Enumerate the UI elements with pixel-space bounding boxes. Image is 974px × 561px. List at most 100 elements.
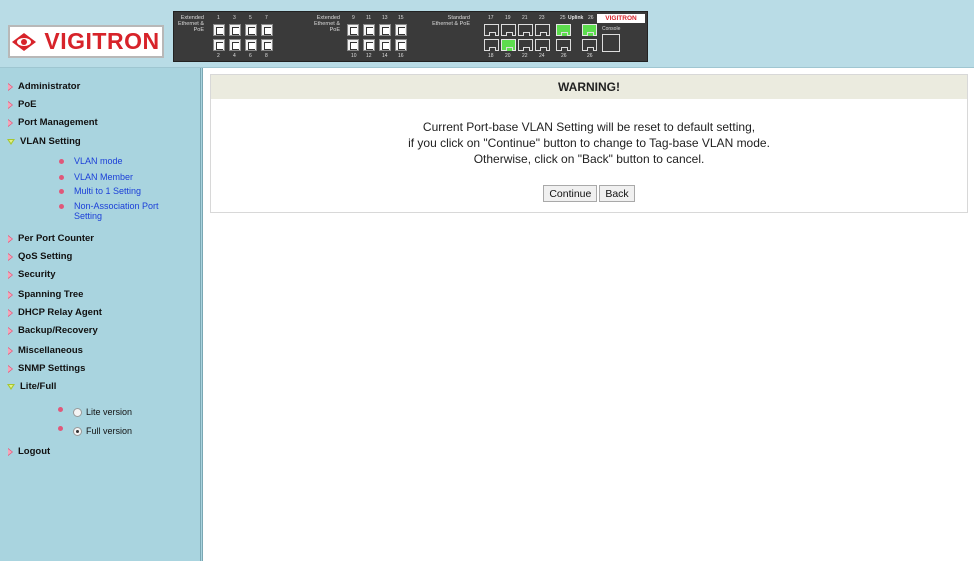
- submenu-label: Multi to 1 Setting: [74, 186, 142, 196]
- extended-port: [379, 24, 391, 36]
- port-number: 2: [217, 53, 220, 59]
- bullet-icon: [58, 425, 63, 431]
- uplink-label: Uplink: [568, 15, 584, 21]
- arrow-right-icon: [8, 234, 13, 243]
- menu-item-vlan-setting[interactable]: VLAN Setting: [7, 136, 81, 147]
- submenu-label: VLAN Member: [74, 172, 134, 182]
- port-number: 11: [366, 15, 372, 21]
- continue-button[interactable]: Continue: [543, 185, 598, 202]
- lite-version-option[interactable]: Lite version: [58, 406, 133, 417]
- port-number: 8: [265, 53, 268, 59]
- rj45-port: [518, 39, 533, 51]
- brand-logo: VIGITRON: [8, 25, 164, 58]
- extended-port: [229, 24, 241, 36]
- brand-name: VIGITRON: [44, 28, 160, 54]
- port-number: 19: [505, 15, 511, 21]
- back-button[interactable]: Back: [599, 185, 635, 202]
- rj45-port: [484, 24, 499, 36]
- arrow-right-icon: [8, 447, 13, 456]
- extended-port: [229, 39, 241, 51]
- menu-item-per-port-counter[interactable]: Per Port Counter: [7, 233, 94, 244]
- menu-item-label: Administrator: [18, 81, 81, 92]
- menu-item-label: Lite/Full: [20, 381, 57, 392]
- menu-item-label: Spanning Tree: [18, 289, 84, 300]
- submenu-non-association-port[interactable]: Non-Association Port Setting: [59, 201, 189, 221]
- menu-item-label: QoS Setting: [18, 251, 73, 262]
- extended-port: [213, 24, 225, 36]
- extended-port: [245, 24, 257, 36]
- port-number: 25: [560, 15, 566, 21]
- menu-item-security[interactable]: Security: [7, 269, 56, 280]
- submenu-label: VLAN mode: [74, 156, 123, 166]
- port-number: 17: [488, 15, 494, 21]
- menu-item-administrator[interactable]: Administrator: [7, 81, 80, 92]
- extended-port: [363, 39, 375, 51]
- extended-port: [395, 24, 407, 36]
- port-number: 18: [488, 53, 494, 59]
- port-number: 5: [249, 15, 252, 21]
- menu-item-dhcp-relay-agent[interactable]: DHCP Relay Agent: [7, 307, 102, 318]
- arrow-right-icon: [8, 290, 13, 299]
- menu-item-logout[interactable]: Logout: [7, 446, 50, 457]
- port-number: 9: [352, 15, 355, 21]
- submenu-vlan-member[interactable]: VLAN Member: [59, 172, 133, 182]
- arrow-right-icon: [8, 82, 13, 91]
- port-number: 14: [382, 53, 388, 59]
- group-label: Standard Ethernet & PoE: [432, 15, 470, 27]
- menu-item-poe[interactable]: PoE: [7, 99, 36, 110]
- uplink-port-active: [582, 24, 597, 36]
- port-number: 13: [382, 15, 388, 21]
- extended-port: [261, 24, 273, 36]
- radio-lite-version[interactable]: [73, 407, 82, 417]
- extended-port: [347, 24, 359, 36]
- port-number: 22: [522, 53, 528, 59]
- warning-panel: WARNING! Current Port-base VLAN Setting …: [210, 74, 968, 213]
- menu-item-label: PoE: [18, 99, 37, 110]
- rj45-port: [501, 24, 516, 36]
- port-number: 1: [217, 15, 220, 21]
- uplink-port: [582, 39, 597, 51]
- arrow-right-icon: [8, 270, 13, 279]
- port-number: 26: [561, 53, 567, 59]
- port-number: 7: [265, 15, 268, 21]
- port-number: 15: [398, 15, 404, 21]
- port-number: 23: [539, 15, 545, 21]
- bullet-icon: [59, 204, 64, 209]
- submenu-vlan-mode[interactable]: VLAN mode: [59, 156, 123, 166]
- radio-full-version[interactable]: [73, 426, 82, 436]
- menu-item-snmp-settings[interactable]: SNMP Settings: [7, 363, 85, 374]
- rj45-port: [535, 39, 550, 51]
- arrow-right-icon: [8, 100, 13, 109]
- port-number: 26: [588, 15, 594, 21]
- extended-port: [261, 39, 273, 51]
- warning-line: Otherwise, click on "Back" button to can…: [473, 152, 705, 166]
- menu-item-spanning-tree[interactable]: Spanning Tree: [7, 289, 83, 300]
- menu-item-backup-recovery[interactable]: Backup/Recovery: [7, 325, 98, 336]
- switch-front-panel: Extended Ethernet & PoE Extended Etherne…: [173, 11, 648, 62]
- port-number: 24: [539, 53, 545, 59]
- menu-item-qos-setting[interactable]: QoS Setting: [7, 251, 72, 262]
- extended-port: [245, 39, 257, 51]
- submenu-label: Non-Association Port Setting: [74, 201, 159, 221]
- bullet-icon: [59, 159, 64, 164]
- extended-port: [363, 24, 375, 36]
- menu-item-port-management[interactable]: Port Management: [7, 117, 98, 128]
- menu-item-label: Miscellaneous: [18, 345, 83, 356]
- extended-port: [213, 39, 225, 51]
- port-number: 6: [249, 53, 252, 59]
- menu-item-miscellaneous[interactable]: Miscellaneous: [7, 345, 83, 356]
- warning-line: if you click on "Continue" button to cha…: [408, 136, 770, 150]
- warning-message: Current Port-base VLAN Setting will be r…: [211, 119, 967, 167]
- menu-item-lite-full[interactable]: Lite/Full: [7, 381, 56, 392]
- group-label: Extended Ethernet & PoE: [314, 15, 340, 33]
- radio-label: Lite version: [86, 407, 133, 417]
- bullet-icon: [58, 406, 63, 412]
- rj45-port-active: [501, 39, 516, 51]
- uplink-port-active: [556, 24, 571, 36]
- submenu-multi-to-1[interactable]: Multi to 1 Setting: [59, 186, 141, 196]
- menu-item-label: Security: [18, 269, 56, 280]
- rj45-port: [484, 39, 499, 51]
- menu-item-label: VLAN Setting: [20, 136, 81, 147]
- warning-line: Current Port-base VLAN Setting will be r…: [422, 120, 756, 134]
- full-version-option[interactable]: Full version: [58, 425, 132, 436]
